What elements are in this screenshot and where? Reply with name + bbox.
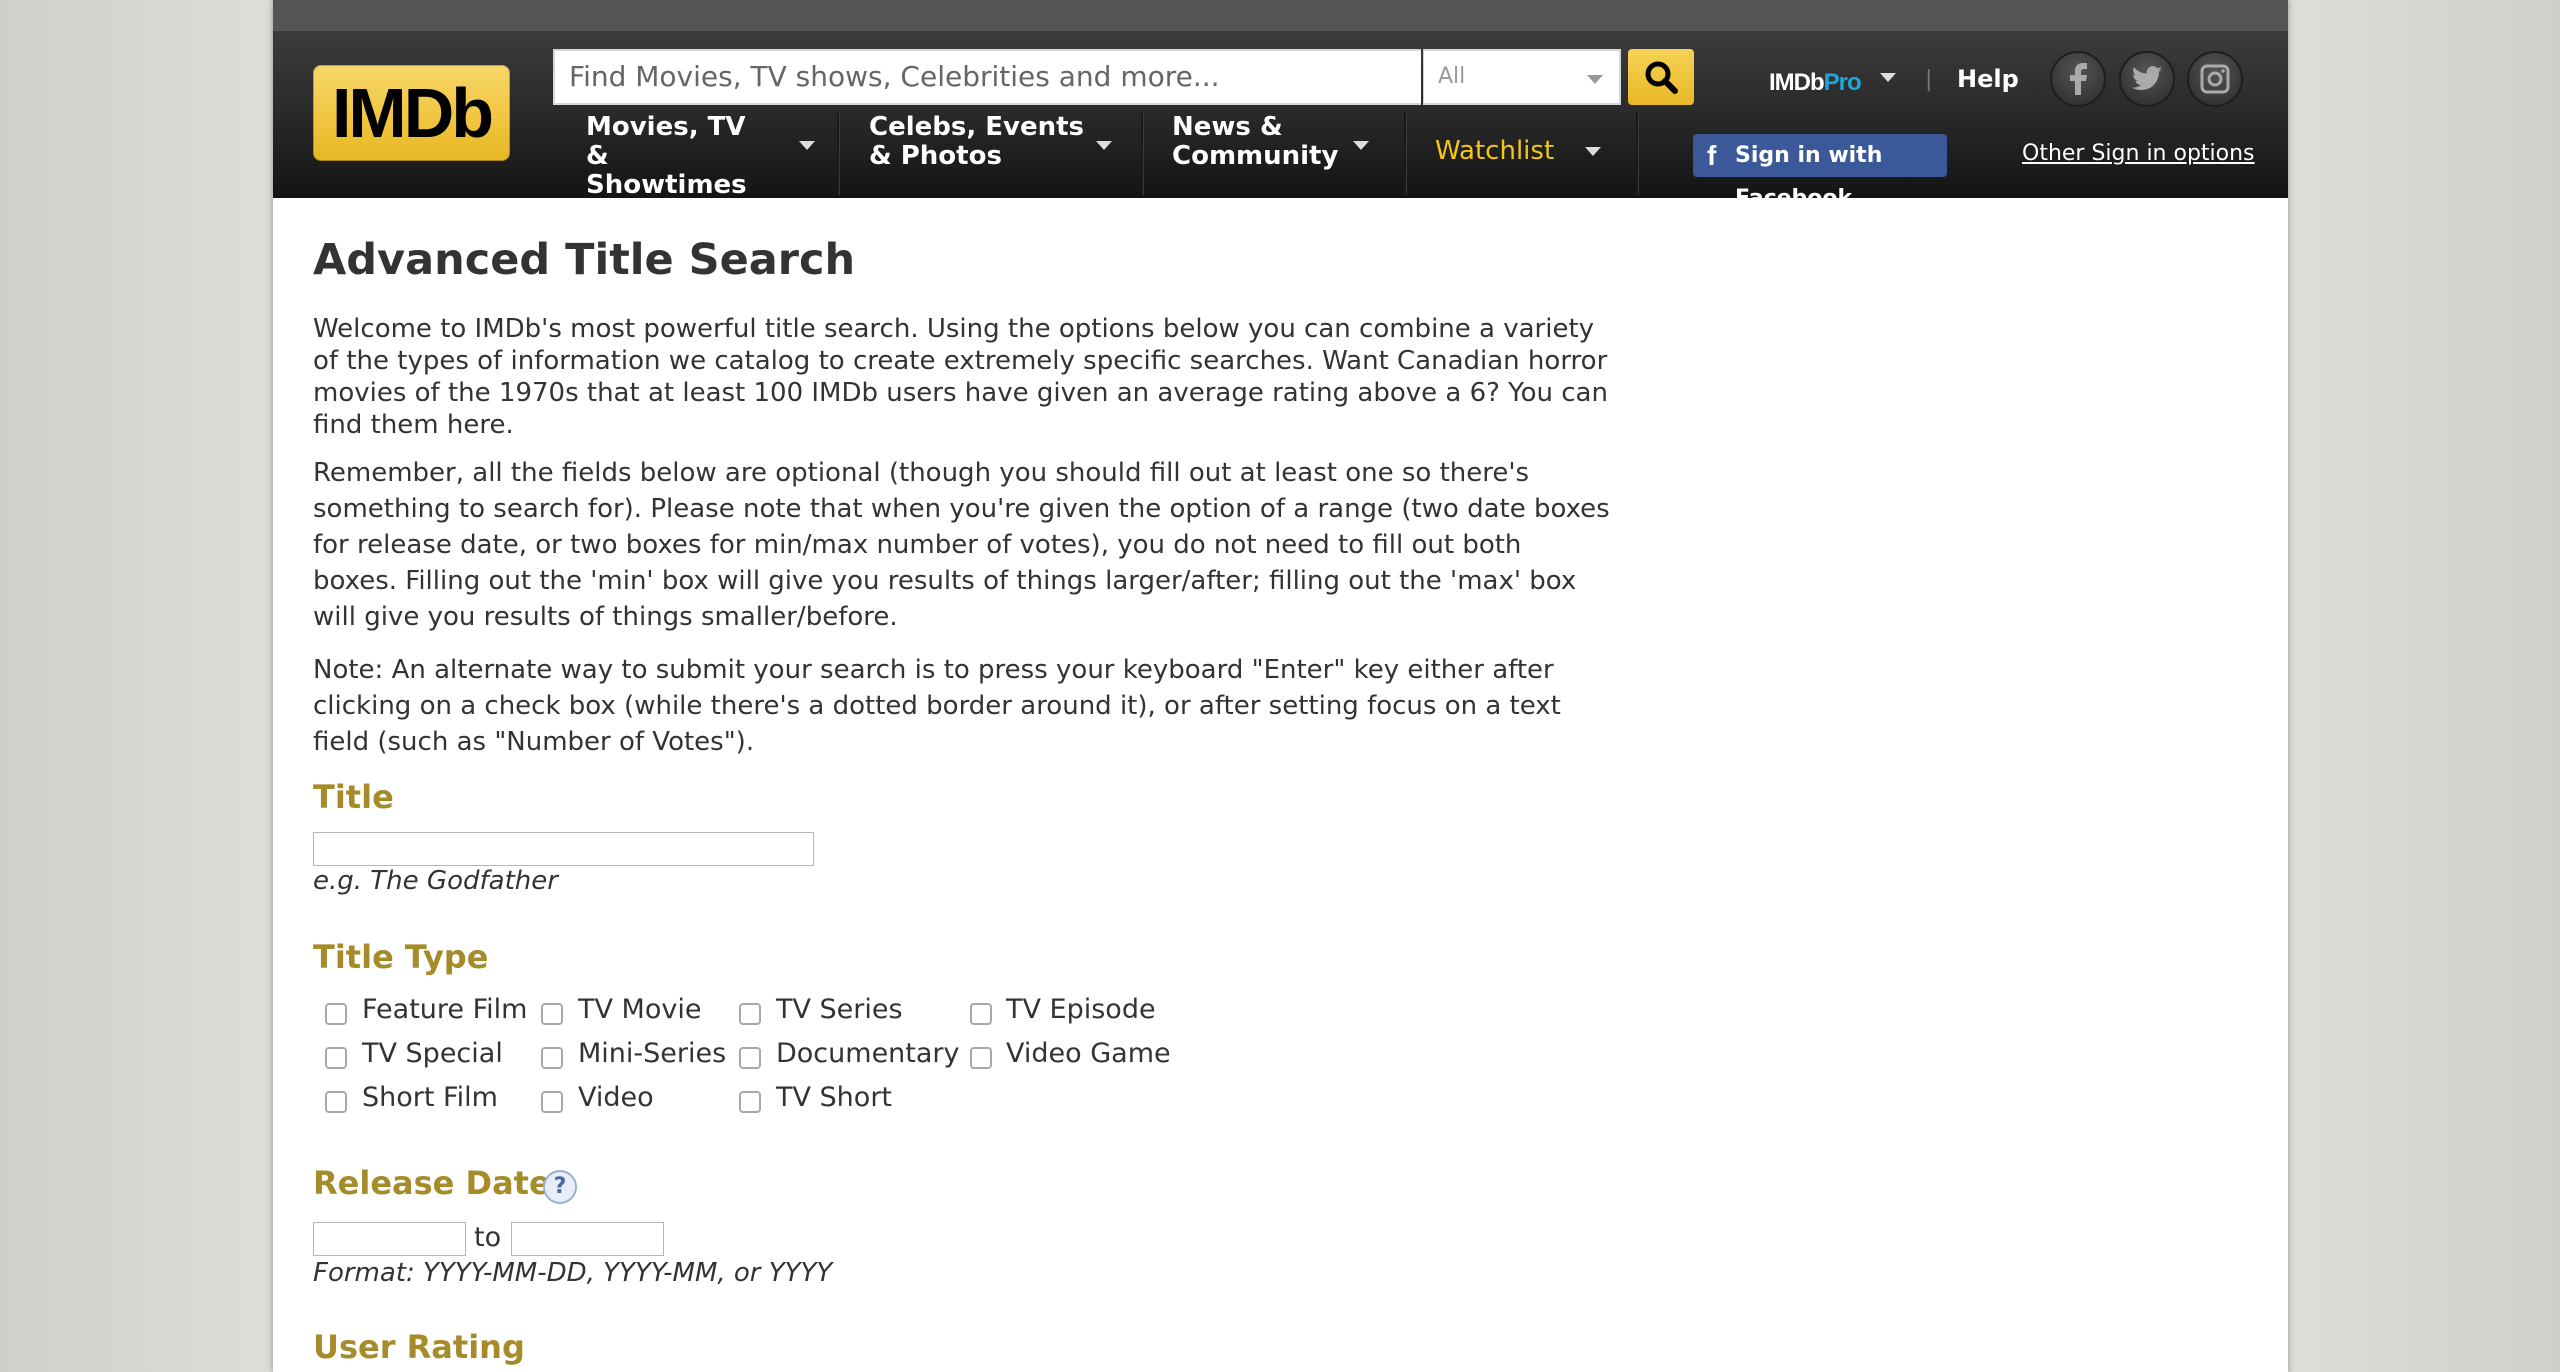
pro-label-imdb: IMDb: [1769, 69, 1825, 96]
checkbox-short-film[interactable]: [325, 1091, 347, 1113]
search-input[interactable]: Find Movies, TV shows, Celebrities and m…: [553, 49, 1421, 105]
release-date-to-input[interactable]: [511, 1222, 664, 1256]
title-input[interactable]: [313, 832, 814, 866]
title-hint-prefix: e.g.: [313, 866, 371, 896]
page-title: Advanced Title Search: [313, 235, 856, 285]
nav-label: News & Community: [1172, 112, 1339, 171]
release-date-from-input[interactable]: [313, 1222, 466, 1256]
checkbox-video[interactable]: [541, 1091, 563, 1113]
imdbpro-menu[interactable]: IMDbPro: [1769, 69, 1862, 97]
facebook-icon[interactable]: [2050, 51, 2106, 107]
nav-watchlist[interactable]: Watchlist: [1435, 137, 1615, 219]
remember-text: Remember, all the fields below are optio…: [313, 458, 1610, 632]
other-signin-link[interactable]: Other Sign in options: [2022, 141, 2255, 166]
help-link[interactable]: Help: [1957, 65, 2019, 93]
checkbox-tv-special[interactable]: [325, 1047, 347, 1069]
label-tv-special[interactable]: TV Special: [362, 1038, 503, 1069]
search-category-value: All: [1438, 64, 1466, 89]
chevron-down-icon: [1587, 75, 1603, 84]
nav-divider: [1404, 111, 1406, 195]
note-text: Note: An alternate way to submit your se…: [313, 655, 1561, 757]
release-date-to-label: to: [474, 1222, 502, 1253]
label-mini-series[interactable]: Mini-Series: [578, 1038, 726, 1069]
checkbox-tv-episode[interactable]: [970, 1003, 992, 1025]
nav-news-community[interactable]: News & Community: [1172, 112, 1369, 195]
navbar: IMDb Find Movies, TV shows, Celebrities …: [273, 31, 2288, 211]
checkbox-feature-film[interactable]: [325, 1003, 347, 1025]
logo-text: IMDb: [331, 74, 494, 152]
nav-celebs-events-photos[interactable]: Celebs, Events & Photos: [869, 112, 1112, 195]
nav-movies-tv-showtimes[interactable]: Movies, TV & Showtimes: [586, 113, 815, 200]
nav-label: Celebs, Events & Photos: [869, 112, 1085, 171]
checkbox-tv-short[interactable]: [739, 1091, 761, 1113]
label-video-game[interactable]: Video Game: [1006, 1038, 1171, 1069]
facebook-signin-label: Sign in with Facebook: [1735, 143, 1883, 211]
release-date-heading: Release Date: [313, 1164, 551, 1202]
label-documentary[interactable]: Documentary: [776, 1038, 960, 1069]
release-date-format-hint: Format: YYYY-MM-DD, YYYY-MM, or YYYY: [313, 1258, 833, 1288]
facebook-signin-button[interactable]: f Sign in with Facebook: [1693, 134, 1947, 211]
label-tv-series[interactable]: TV Series: [776, 994, 903, 1025]
checkbox-video-game[interactable]: [970, 1047, 992, 1069]
nav-divider: [1636, 111, 1638, 195]
top-strip: [273, 0, 2288, 31]
label-tv-short[interactable]: TV Short: [776, 1082, 892, 1113]
chevron-down-icon: [1585, 147, 1601, 156]
imdb-logo[interactable]: IMDb: [313, 65, 510, 161]
label-video[interactable]: Video: [578, 1082, 654, 1113]
title-heading: Title: [313, 778, 394, 816]
twitter-icon[interactable]: [2119, 51, 2175, 107]
page-container: IMDb Find Movies, TV shows, Celebrities …: [273, 0, 2288, 1372]
help-question-icon[interactable]: ?: [543, 1170, 577, 1204]
header-separator: |: [1925, 67, 1933, 92]
title-hint-example: The Godfather: [370, 866, 558, 896]
checkbox-documentary[interactable]: [739, 1047, 761, 1069]
checkbox-tv-movie[interactable]: [541, 1003, 563, 1025]
nav-divider: [837, 111, 839, 195]
label-tv-episode[interactable]: TV Episode: [1006, 994, 1156, 1025]
intro-text: Welcome to IMDb's most powerful title se…: [313, 314, 1608, 440]
chevron-down-icon: [799, 141, 815, 150]
chevron-down-icon: [1096, 141, 1112, 150]
pro-label-pro: Pro: [1823, 69, 1862, 96]
label-tv-movie[interactable]: TV Movie: [578, 994, 701, 1025]
title-hint: e.g. The Godfather: [313, 866, 558, 896]
checkbox-tv-series[interactable]: [739, 1003, 761, 1025]
title-type-heading: Title Type: [313, 938, 489, 976]
search-button[interactable]: [1628, 49, 1694, 105]
user-rating-heading: User Rating: [313, 1328, 525, 1366]
chevron-down-icon: [1880, 73, 1896, 82]
facebook-f-icon: f: [1707, 140, 1717, 171]
label-short-film[interactable]: Short Film: [362, 1082, 498, 1113]
search-icon: [1645, 61, 1678, 94]
label-feature-film[interactable]: Feature Film: [362, 994, 527, 1025]
search-bar: Find Movies, TV shows, Celebrities and m…: [553, 49, 1696, 105]
search-category-select[interactable]: All: [1423, 49, 1621, 105]
nav-divider: [1141, 111, 1143, 195]
instagram-icon[interactable]: [2187, 51, 2243, 107]
checkbox-mini-series[interactable]: [541, 1047, 563, 1069]
nav-label: Movies, TV & Showtimes: [586, 112, 747, 200]
chevron-down-icon: [1353, 141, 1369, 150]
